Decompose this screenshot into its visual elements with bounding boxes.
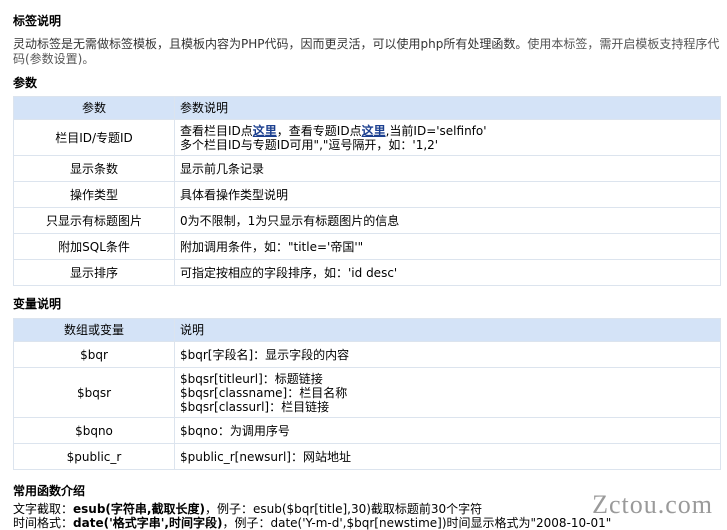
param-name: 附加SQL条件 [13, 233, 175, 260]
var-desc: $bqsr[titleurl]：标题链接 $bqsr[classname]：栏目… [174, 367, 721, 418]
header-cell-desc: 参数说明 [174, 96, 721, 120]
watermark: Zctou.com [592, 490, 713, 519]
params-table: 参数 参数说明 栏目ID/专题ID 查看栏目ID点这里，查看专题ID点这里,当前… [13, 96, 721, 286]
desc-text: ,当前ID='selfinfo' [385, 123, 487, 138]
category-id-link[interactable]: 这里 [253, 124, 277, 138]
table-header-row: 参数 参数说明 [13, 96, 721, 120]
table-row: $bqr $bqr[字段名]：显示字段的内容 [13, 341, 721, 368]
header-cell-var: 数组或变量 [13, 318, 175, 342]
table-row: 栏目ID/专题ID 查看栏目ID点这里，查看专题ID点这里,当前ID='self… [13, 119, 721, 156]
table-row: $public_r $public_r[newsurl]：网站地址 [13, 443, 721, 470]
var-name: $bqr [13, 341, 175, 368]
desc-text: ，查看专题ID点 [276, 123, 362, 138]
func-example: ，例子：esub($bqr[title],30)截取标题前30个字符 [204, 502, 483, 516]
var-desc-line: $bqsr[classurl]：栏目链接 [180, 399, 330, 414]
var-desc: $bqr[字段名]：显示字段的内容 [174, 341, 721, 368]
param-desc: 附加调用条件，如："title='帝国'" [174, 233, 721, 260]
param-desc-line2: 多个栏目ID与专题ID可用","逗号隔开，如：'1,2' [180, 137, 439, 152]
intro-text: 灵动标签是无需做标签模板，且模板内容为PHP代码，因而更灵活，可以使用php所有… [13, 37, 528, 51]
tag-help-page: 标签说明 灵动标签是无需做标签模板，且模板内容为PHP代码，因而更灵活，可以使用… [0, 0, 727, 530]
func-line-date: 时间格式：date('格式字串',时间字段)，例子：date('Y-m-d',$… [13, 516, 611, 530]
param-name: 操作类型 [13, 181, 175, 208]
param-name: 只显示有标题图片 [13, 207, 175, 234]
param-desc: 显示前几条记录 [174, 155, 721, 182]
header-cell-desc: 说明 [174, 318, 721, 342]
tag-intro: 灵动标签是无需做标签模板，且模板内容为PHP代码，因而更灵活，可以使用php所有… [13, 37, 721, 67]
table-row: 操作类型 具体看操作类型说明 [13, 181, 721, 208]
func-prefix: 时间格式： [13, 516, 74, 530]
table-row: 显示条数 显示前几条记录 [13, 155, 721, 182]
param-name: 显示条数 [13, 155, 175, 182]
table-row: 附加SQL条件 附加调用条件，如："title='帝国'" [13, 233, 721, 260]
func-line-esub: 文字截取：esub(字符串,截取长度)，例子：esub($bqr[title],… [13, 502, 482, 516]
header-cell-param: 参数 [13, 96, 175, 120]
vars-table: 数组或变量 说明 $bqr $bqr[字段名]：显示字段的内容 $bqsr $b… [13, 318, 721, 470]
param-desc: 0为不限制，1为只显示有标题图片的信息 [174, 207, 721, 234]
table-row: 只显示有标题图片 0为不限制，1为只显示有标题图片的信息 [13, 207, 721, 234]
func-example: ，例子：date('Y-m-d',$bqr[newstime])时间显示格式为"… [222, 516, 612, 530]
param-desc-line1: 查看栏目ID点这里，查看专题ID点这里,当前ID='selfinfo' [180, 124, 720, 138]
desc-text: 查看栏目ID点 [180, 123, 253, 138]
var-desc-line: $bqsr[titleurl]：标题链接 [180, 371, 323, 386]
table-row: $bqsr $bqsr[titleurl]：标题链接 $bqsr[classna… [13, 367, 721, 418]
var-desc: $bqno：为调用序号 [174, 417, 721, 444]
topic-id-link[interactable]: 这里 [362, 124, 386, 138]
section-title-params: 参数 [13, 76, 38, 90]
var-desc: $public_r[newsurl]：网站地址 [174, 443, 721, 470]
table-row: 显示排序 可指定按相应的字段排序，如：'id desc' [13, 259, 721, 286]
table-header-row: 数组或变量 说明 [13, 318, 721, 342]
var-name: $public_r [13, 443, 175, 470]
section-title-funcs: 常用函数介绍 [13, 484, 86, 498]
func-signature: esub(字符串,截取长度) [73, 502, 205, 516]
section-title-vars: 变量说明 [13, 297, 62, 311]
var-desc-line: $bqsr[classname]：栏目名称 [180, 385, 348, 400]
var-name: $bqsr [13, 367, 175, 418]
func-prefix: 文字截取： [13, 502, 74, 516]
param-desc: 查看栏目ID点这里，查看专题ID点这里,当前ID='selfinfo' 多个栏目… [174, 119, 721, 156]
param-desc: 可指定按相应的字段排序，如：'id desc' [174, 259, 721, 286]
func-signature: date('格式字串',时间字段) [73, 516, 223, 530]
var-name: $bqno [13, 417, 175, 444]
param-name: 显示排序 [13, 259, 175, 286]
param-desc: 具体看操作类型说明 [174, 181, 721, 208]
table-row: $bqno $bqno：为调用序号 [13, 417, 721, 444]
param-name: 栏目ID/专题ID [13, 119, 175, 156]
section-title-tag: 标签说明 [13, 14, 62, 28]
